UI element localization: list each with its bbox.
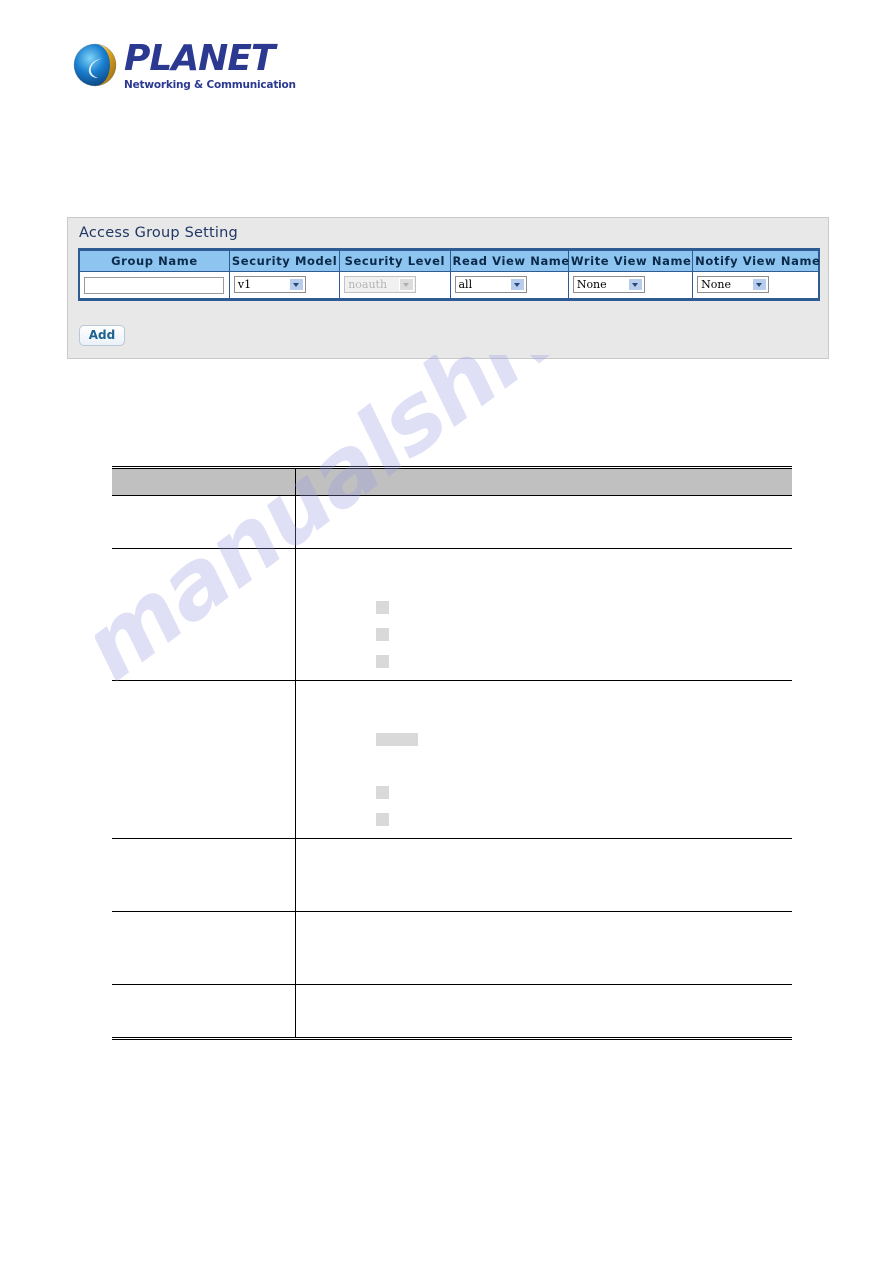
spacer bbox=[376, 746, 785, 786]
desc-value bbox=[295, 495, 792, 549]
desc-label bbox=[112, 911, 296, 985]
column-header-read-view-name: Read View Name bbox=[450, 248, 569, 272]
cell-notify-view-name: None bbox=[692, 271, 819, 301]
notify-view-name-select[interactable]: None bbox=[697, 276, 770, 294]
redacted-block bbox=[375, 733, 418, 746]
panel-title: Access Group Setting bbox=[79, 225, 238, 241]
desc-column-header-object bbox=[112, 467, 296, 496]
brand-tagline: Networking & Communication bbox=[124, 79, 296, 91]
redacted-block bbox=[375, 813, 389, 826]
column-header-security-model: Security Model bbox=[229, 248, 341, 272]
table-input-row: v1 noauth all None None bbox=[79, 271, 819, 301]
table-row bbox=[112, 838, 792, 912]
table-row bbox=[112, 495, 792, 549]
cell-group-name bbox=[79, 271, 230, 301]
list-item bbox=[375, 628, 785, 641]
chevron-down-icon bbox=[399, 278, 415, 292]
access-group-setting-panel: Access Group Setting Group Name Security… bbox=[67, 217, 829, 359]
desc-label bbox=[112, 838, 296, 912]
redacted-block bbox=[375, 601, 389, 614]
write-view-name-select[interactable]: None bbox=[572, 276, 645, 294]
redacted-block bbox=[375, 786, 389, 799]
security-model-select[interactable]: v1 bbox=[233, 276, 306, 294]
desc-label bbox=[112, 984, 296, 1039]
add-button[interactable]: Add bbox=[79, 325, 125, 346]
column-header-notify-view-name: Notify View Name bbox=[692, 248, 820, 272]
read-view-name-select[interactable]: all bbox=[454, 276, 527, 294]
planet-logo: PLANET Networking & Communication bbox=[72, 38, 312, 96]
write-view-name-value: None bbox=[576, 278, 607, 292]
chevron-down-icon bbox=[752, 278, 768, 292]
cell-read-view-name: all bbox=[450, 271, 569, 301]
column-header-security-level: Security Level bbox=[339, 248, 451, 272]
spacer bbox=[376, 614, 785, 628]
table-header-row: Group Name Security Model Security Level… bbox=[79, 248, 820, 272]
security-level-value: noauth bbox=[348, 278, 388, 292]
desc-label bbox=[112, 495, 296, 549]
planet-globe-logo bbox=[73, 43, 117, 87]
desc-value bbox=[295, 548, 792, 681]
cell-write-view-name: None bbox=[568, 271, 694, 301]
redacted-block bbox=[375, 655, 389, 668]
logo-wordmark: PLANET Networking & Communication bbox=[124, 38, 296, 92]
table-row bbox=[112, 984, 792, 1039]
read-view-name-value: all bbox=[458, 278, 473, 292]
security-level-select: noauth bbox=[344, 276, 417, 294]
cell-security-model: v1 bbox=[229, 271, 341, 301]
column-header-write-view-name: Write View Name bbox=[568, 248, 694, 272]
redacted-bullet-list bbox=[375, 733, 785, 826]
desc-value bbox=[295, 911, 792, 985]
list-item bbox=[375, 733, 785, 746]
group-name-input[interactable] bbox=[84, 277, 224, 294]
redacted-bullet-list bbox=[375, 601, 785, 668]
column-header-group-name: Group Name bbox=[79, 248, 230, 272]
list-item bbox=[375, 601, 785, 614]
list-item bbox=[375, 655, 785, 668]
desc-column-header-description bbox=[295, 467, 792, 496]
cell-security-level: noauth bbox=[339, 271, 451, 301]
table-row bbox=[112, 548, 792, 681]
brand-name: PLANET bbox=[124, 38, 275, 79]
list-item bbox=[375, 786, 785, 799]
desc-header-row bbox=[112, 467, 792, 496]
chevron-down-icon bbox=[288, 278, 304, 292]
redacted-block bbox=[375, 628, 389, 641]
desc-value bbox=[295, 680, 792, 839]
access-group-setting-table: Group Name Security Model Security Level… bbox=[78, 248, 820, 301]
spacer bbox=[376, 641, 785, 655]
parameter-description-table bbox=[112, 466, 792, 1040]
list-item bbox=[375, 813, 785, 826]
table-row bbox=[112, 911, 792, 985]
desc-label bbox=[112, 548, 296, 681]
desc-label bbox=[112, 680, 296, 839]
chevron-down-icon bbox=[627, 278, 643, 292]
desc-value bbox=[295, 985, 792, 1039]
security-model-value: v1 bbox=[237, 278, 252, 292]
desc-value bbox=[295, 838, 792, 912]
chevron-down-icon bbox=[509, 278, 525, 292]
notify-view-name-value: None bbox=[701, 278, 731, 292]
spacer bbox=[376, 799, 785, 813]
table-row bbox=[112, 680, 792, 839]
